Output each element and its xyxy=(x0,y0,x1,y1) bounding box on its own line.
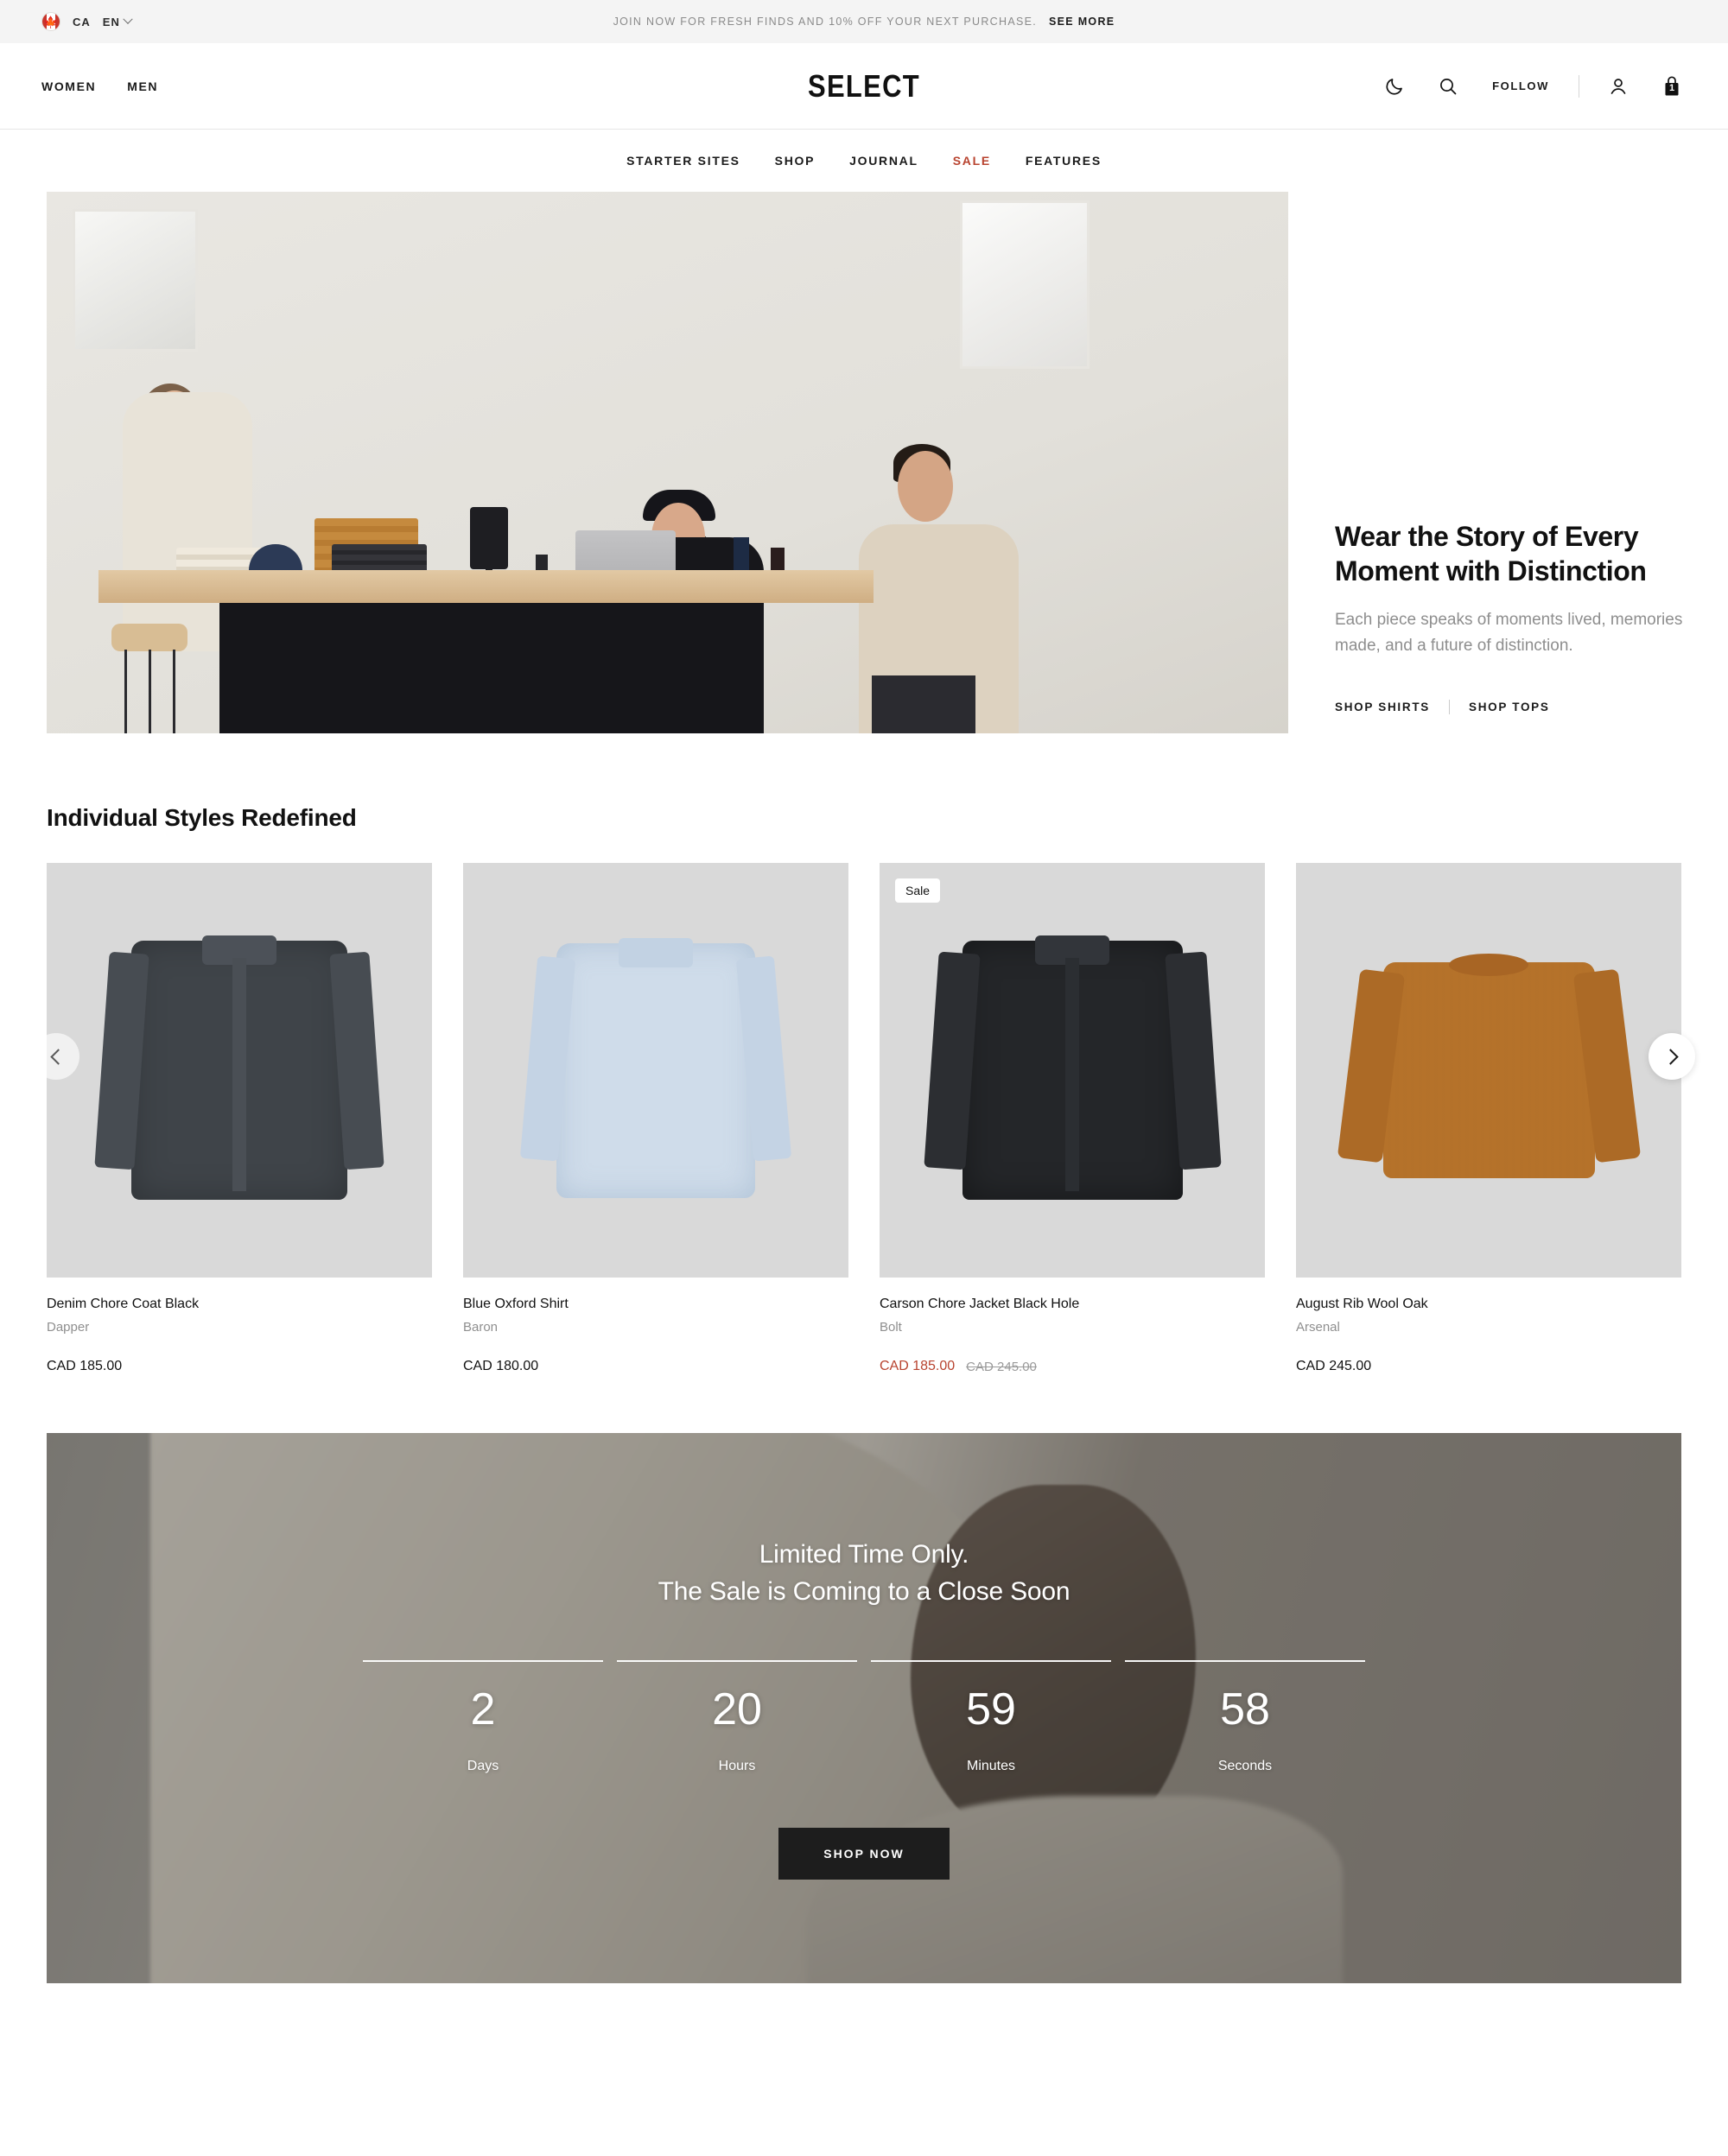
product-price-sale: CAD 185.00 xyxy=(880,1359,956,1373)
search-icon[interactable] xyxy=(1433,72,1463,101)
hero-subtitle: Each piece speaks of moments lived, memo… xyxy=(1335,611,1683,655)
locale-country-label: CA xyxy=(73,15,91,29)
product-image[interactable] xyxy=(47,863,432,1278)
product-image[interactable]: Sale xyxy=(880,863,1265,1278)
countdown-timer: 2 Days 20 Hours 59 Minutes 58 Seconds xyxy=(356,1660,1372,1774)
countdown-label-hours: Hours xyxy=(718,1759,756,1774)
countdown-value-hours: 20 xyxy=(712,1684,762,1735)
hero-image xyxy=(47,192,1288,733)
announcement-bar: 🍁 CA EN JOIN NOW FOR FRESH FINDS AND 10%… xyxy=(0,0,1728,43)
countdown-value-days: 2 xyxy=(470,1684,496,1735)
shopping-bag-icon[interactable]: 1 xyxy=(1657,72,1687,101)
subnav-starter-sites[interactable]: STARTER SITES xyxy=(626,154,740,168)
product-vendor: Arsenal xyxy=(1296,1320,1340,1335)
hero-title: Wear the Story of Every Moment with Dist… xyxy=(1335,521,1647,587)
locale-language-label: EN xyxy=(102,15,120,29)
product-name[interactable]: Denim Chore Coat Black xyxy=(47,1297,432,1312)
product-price-row: CAD 185.00 CAD 245.00 xyxy=(880,1359,1265,1374)
product-garment-illustration xyxy=(1382,954,1595,1178)
subnav-features[interactable]: FEATURES xyxy=(1026,154,1102,168)
chevron-down-icon xyxy=(123,14,133,24)
product-image[interactable] xyxy=(463,863,848,1278)
countdown-title: Limited Time Only. The Sale is Coming to… xyxy=(658,1539,1070,1606)
subnav-shop[interactable]: SHOP xyxy=(775,154,815,168)
subnav-journal[interactable]: JOURNAL xyxy=(849,154,918,168)
carousel-prev-button[interactable] xyxy=(33,1033,79,1080)
product-price-compare: CAD 245.00 xyxy=(966,1359,1037,1374)
language-selector[interactable]: EN xyxy=(102,14,133,29)
shop-tops-link[interactable]: SHOP TOPS xyxy=(1469,701,1550,713)
product-name[interactable]: Blue Oxford Shirt xyxy=(463,1297,848,1312)
product-card[interactable]: August Rib Wool Oak Arsenal CAD 245.00 xyxy=(1296,863,1681,1374)
countdown-unit-seconds: 58 Seconds xyxy=(1125,1660,1365,1774)
product-card[interactable]: Blue Oxford Shirt Baron CAD 180.00 xyxy=(463,863,848,1374)
products-section: Individual Styles Redefined Denim Chore … xyxy=(0,804,1728,1374)
product-garment-illustration xyxy=(962,935,1183,1200)
hero-text-block: Wear the Story of Every Moment with Dist… xyxy=(1335,519,1687,733)
see-more-link[interactable]: SEE MORE xyxy=(1049,16,1115,28)
nav-link-women[interactable]: WOMEN xyxy=(41,79,96,93)
locale-selector[interactable]: 🍁 CA EN xyxy=(41,12,133,31)
follow-link[interactable]: FOLLOW xyxy=(1492,79,1549,92)
announcement-message: JOIN NOW FOR FRESH FINDS AND 10% OFF YOU… xyxy=(613,16,1038,28)
product-garment-illustration xyxy=(131,935,347,1200)
subnav-sale[interactable]: SALE xyxy=(953,154,991,168)
cart-count-badge: 1 xyxy=(1668,83,1675,94)
product-price: CAD 185.00 xyxy=(47,1359,123,1373)
product-card[interactable]: Sale Carson Chore Jacket Black Hole Bolt… xyxy=(880,863,1265,1374)
countdown-unit-days: 2 Days xyxy=(363,1660,603,1774)
product-grid: Denim Chore Coat Black Dapper CAD 185.00… xyxy=(47,863,1681,1374)
product-image[interactable] xyxy=(1296,863,1681,1278)
product-price-row: CAD 185.00 xyxy=(47,1359,432,1374)
chevron-left-icon xyxy=(49,1048,67,1065)
products-section-title: Individual Styles Redefined xyxy=(47,804,357,831)
chevron-right-icon xyxy=(1661,1048,1679,1065)
hero-section: Wear the Story of Every Moment with Dist… xyxy=(0,192,1728,733)
countdown-unit-minutes: 59 Minutes xyxy=(871,1660,1111,1774)
countdown-banner: Limited Time Only. The Sale is Coming to… xyxy=(47,1433,1681,1983)
hero-scene-illustration xyxy=(47,192,1288,733)
hero-link-divider xyxy=(1448,700,1450,714)
countdown-value-minutes: 59 xyxy=(966,1684,1016,1735)
product-vendor: Dapper xyxy=(47,1320,90,1335)
product-vendor: Baron xyxy=(463,1320,499,1335)
product-price-row: CAD 245.00 xyxy=(1296,1359,1681,1374)
product-name[interactable]: Carson Chore Jacket Black Hole xyxy=(880,1297,1265,1312)
secondary-nav: STARTER SITES SHOP JOURNAL SALE FEATURES xyxy=(0,130,1728,192)
canada-flag-icon: 🍁 xyxy=(41,12,60,31)
main-header: WOMEN MEN SELECT FOLLOW 1 xyxy=(0,43,1728,130)
countdown-label-minutes: Minutes xyxy=(966,1759,1016,1774)
carousel-next-button[interactable] xyxy=(1649,1033,1695,1080)
sale-badge: Sale xyxy=(895,878,941,903)
shop-shirts-link[interactable]: SHOP SHIRTS xyxy=(1335,701,1430,713)
product-price-row: CAD 180.00 xyxy=(463,1359,848,1374)
announcement-center: JOIN NOW FOR FRESH FINDS AND 10% OFF YOU… xyxy=(0,0,1728,43)
product-vendor: Bolt xyxy=(880,1320,902,1335)
header-right-actions: FOLLOW 1 xyxy=(1380,72,1687,101)
product-price: CAD 180.00 xyxy=(463,1359,539,1373)
countdown-unit-hours: 20 Hours xyxy=(617,1660,857,1774)
product-name[interactable]: August Rib Wool Oak xyxy=(1296,1297,1681,1312)
countdown-label-seconds: Seconds xyxy=(1217,1759,1273,1774)
product-price: CAD 245.00 xyxy=(1296,1359,1372,1373)
user-icon[interactable] xyxy=(1604,72,1633,101)
countdown-value-seconds: 58 xyxy=(1220,1684,1270,1735)
countdown-label-days: Days xyxy=(467,1759,499,1774)
product-card[interactable]: Denim Chore Coat Black Dapper CAD 185.00 xyxy=(47,863,432,1374)
moon-icon[interactable] xyxy=(1380,72,1409,101)
hero-cta-group: SHOP SHIRTS SHOP TOPS xyxy=(1335,700,1687,714)
product-garment-illustration xyxy=(556,937,755,1198)
maple-leaf-glyph: 🍁 xyxy=(43,15,59,29)
shop-now-button[interactable]: SHOP NOW xyxy=(778,1828,950,1880)
